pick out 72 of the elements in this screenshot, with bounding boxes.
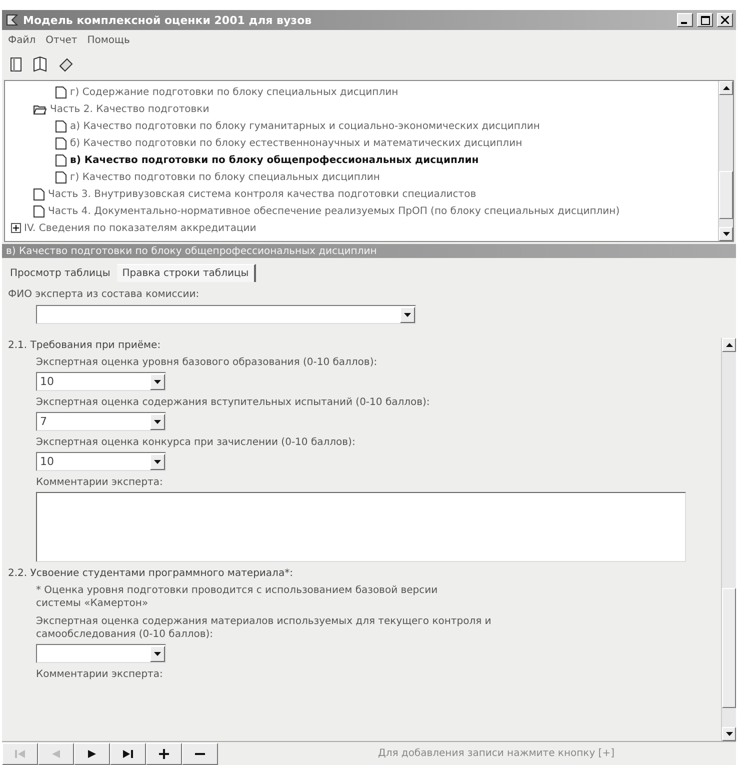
down-arrow-icon — [154, 460, 161, 464]
minimize-button[interactable] — [677, 13, 693, 27]
document-icon — [55, 170, 67, 184]
combo-box[interactable] — [36, 305, 416, 324]
scrollbar[interactable] — [721, 338, 736, 741]
minus-icon — [195, 752, 205, 754]
comment-field[interactable] — [36, 492, 686, 562]
expand-icon[interactable] — [11, 223, 21, 233]
document-icon — [55, 86, 67, 98]
down-arrow-icon — [154, 380, 161, 384]
document-icon — [33, 188, 45, 200]
menu-item[interactable]: Отчет — [46, 34, 78, 46]
menu-item[interactable]: Помощь — [87, 34, 130, 46]
tree-item[interactable]: Часть 4. Документально-нормативное обеспечение реализуемых ПрОП (по блоку специальных дисциплин) — [48, 206, 620, 216]
up-arrow-icon — [722, 86, 730, 90]
tab[interactable]: Правка строки таблицы — [117, 264, 256, 282]
footnote-text: * Оценка уровня подготовки проводится с использованием базовой версии системы «Камертон» — [36, 584, 439, 610]
maximize-icon — [700, 16, 710, 24]
combo-box[interactable]: 10 — [36, 372, 166, 391]
combo-box[interactable] — [36, 644, 166, 663]
book-icon[interactable] — [32, 56, 48, 72]
combo-box[interactable]: 10 — [36, 452, 166, 471]
field-label: Экспертная оценка конкурса при зачислении (0-10 баллов): — [36, 436, 356, 449]
field-label: Комментарии эксперта: — [36, 668, 164, 681]
down-arrow-icon — [154, 652, 161, 656]
eraser-icon[interactable] — [58, 56, 74, 72]
tab[interactable]: Просмотр таблицы — [5, 265, 116, 282]
add-record-button[interactable] — [146, 742, 182, 764]
menu-item[interactable]: Файл — [8, 34, 36, 46]
tree-item[interactable]: г) Содержание подготовки по блоку специальных дисциплин — [70, 86, 398, 98]
right-triangle-icon — [88, 750, 96, 758]
combo-box[interactable]: 7 — [36, 412, 166, 431]
status-text: Для добавления записи нажмите кнопку [+] — [378, 748, 614, 759]
tree-item[interactable]: IV. Сведения по показателям аккредитации — [24, 222, 256, 234]
field-label: Экспертная оценка уровня базового образования (0-10 баллов): — [36, 356, 378, 369]
section-caption: в) Качество подготовки по блоку общепрофессиональных дисциплин — [2, 244, 736, 258]
tree-item[interactable]: в) Качество подготовки по блоку общепрофессиональных дисциплин — [70, 154, 479, 166]
scrollbar[interactable] — [718, 81, 733, 241]
field-label: ФИО эксперта из состава комиссии: — [8, 288, 200, 301]
skip-forward-icon — [123, 750, 133, 758]
document-icon — [55, 136, 67, 150]
last-record-button[interactable] — [110, 742, 146, 764]
close-button[interactable] — [717, 13, 733, 27]
section-title: 2.1. Требования при приёме: — [8, 340, 162, 351]
document-icon — [33, 204, 45, 218]
next-record-button[interactable] — [74, 742, 110, 764]
tree-item[interactable]: г) Качество подготовки по блоку специальных дисциплин — [70, 172, 380, 182]
down-arrow-icon — [726, 732, 732, 736]
window-title: Модель комплексной оценки 2001 для вузов — [23, 14, 313, 26]
tree-item[interactable]: б) Качество подготовки по блоку естественнонаучных и математических дисциплин — [70, 138, 522, 148]
field-label: Комментарии эксперта: — [36, 476, 164, 489]
down-arrow-icon — [154, 420, 161, 424]
left-triangle-icon — [52, 750, 60, 758]
up-arrow-icon — [726, 343, 732, 347]
tree-item[interactable]: Часть 2. Качество подготовки — [50, 104, 210, 114]
document-icon — [55, 154, 67, 166]
app-icon — [5, 13, 19, 27]
down-arrow-icon — [722, 232, 730, 236]
page-icon[interactable] — [10, 56, 22, 72]
document-icon — [55, 120, 67, 132]
maximize-button[interactable] — [697, 13, 713, 27]
tree-item[interactable]: Часть 3. Внутривузовская система контроля качества подготовки специалистов — [48, 188, 476, 200]
plus-icon — [159, 748, 169, 758]
close-icon — [721, 16, 729, 24]
field-label: Экспертная оценка содержания вступительных испытаний (0-10 баллов): — [36, 396, 431, 409]
open-folder-icon[interactable] — [33, 103, 47, 115]
tree-item[interactable]: а) Качество подготовки по блоку гуманитарных и социально-экономических дисциплин — [70, 120, 540, 132]
delete-record-button[interactable] — [182, 742, 218, 764]
section-title: 2.2. Усвоение студентами программного материала*: — [8, 568, 294, 579]
skip-back-icon — [15, 750, 25, 758]
field-label: Экспертная оценка содержания материалов используемых для текущего контроля и самообследования (0-10 баллов): — [36, 615, 492, 641]
down-arrow-icon — [404, 312, 411, 316]
